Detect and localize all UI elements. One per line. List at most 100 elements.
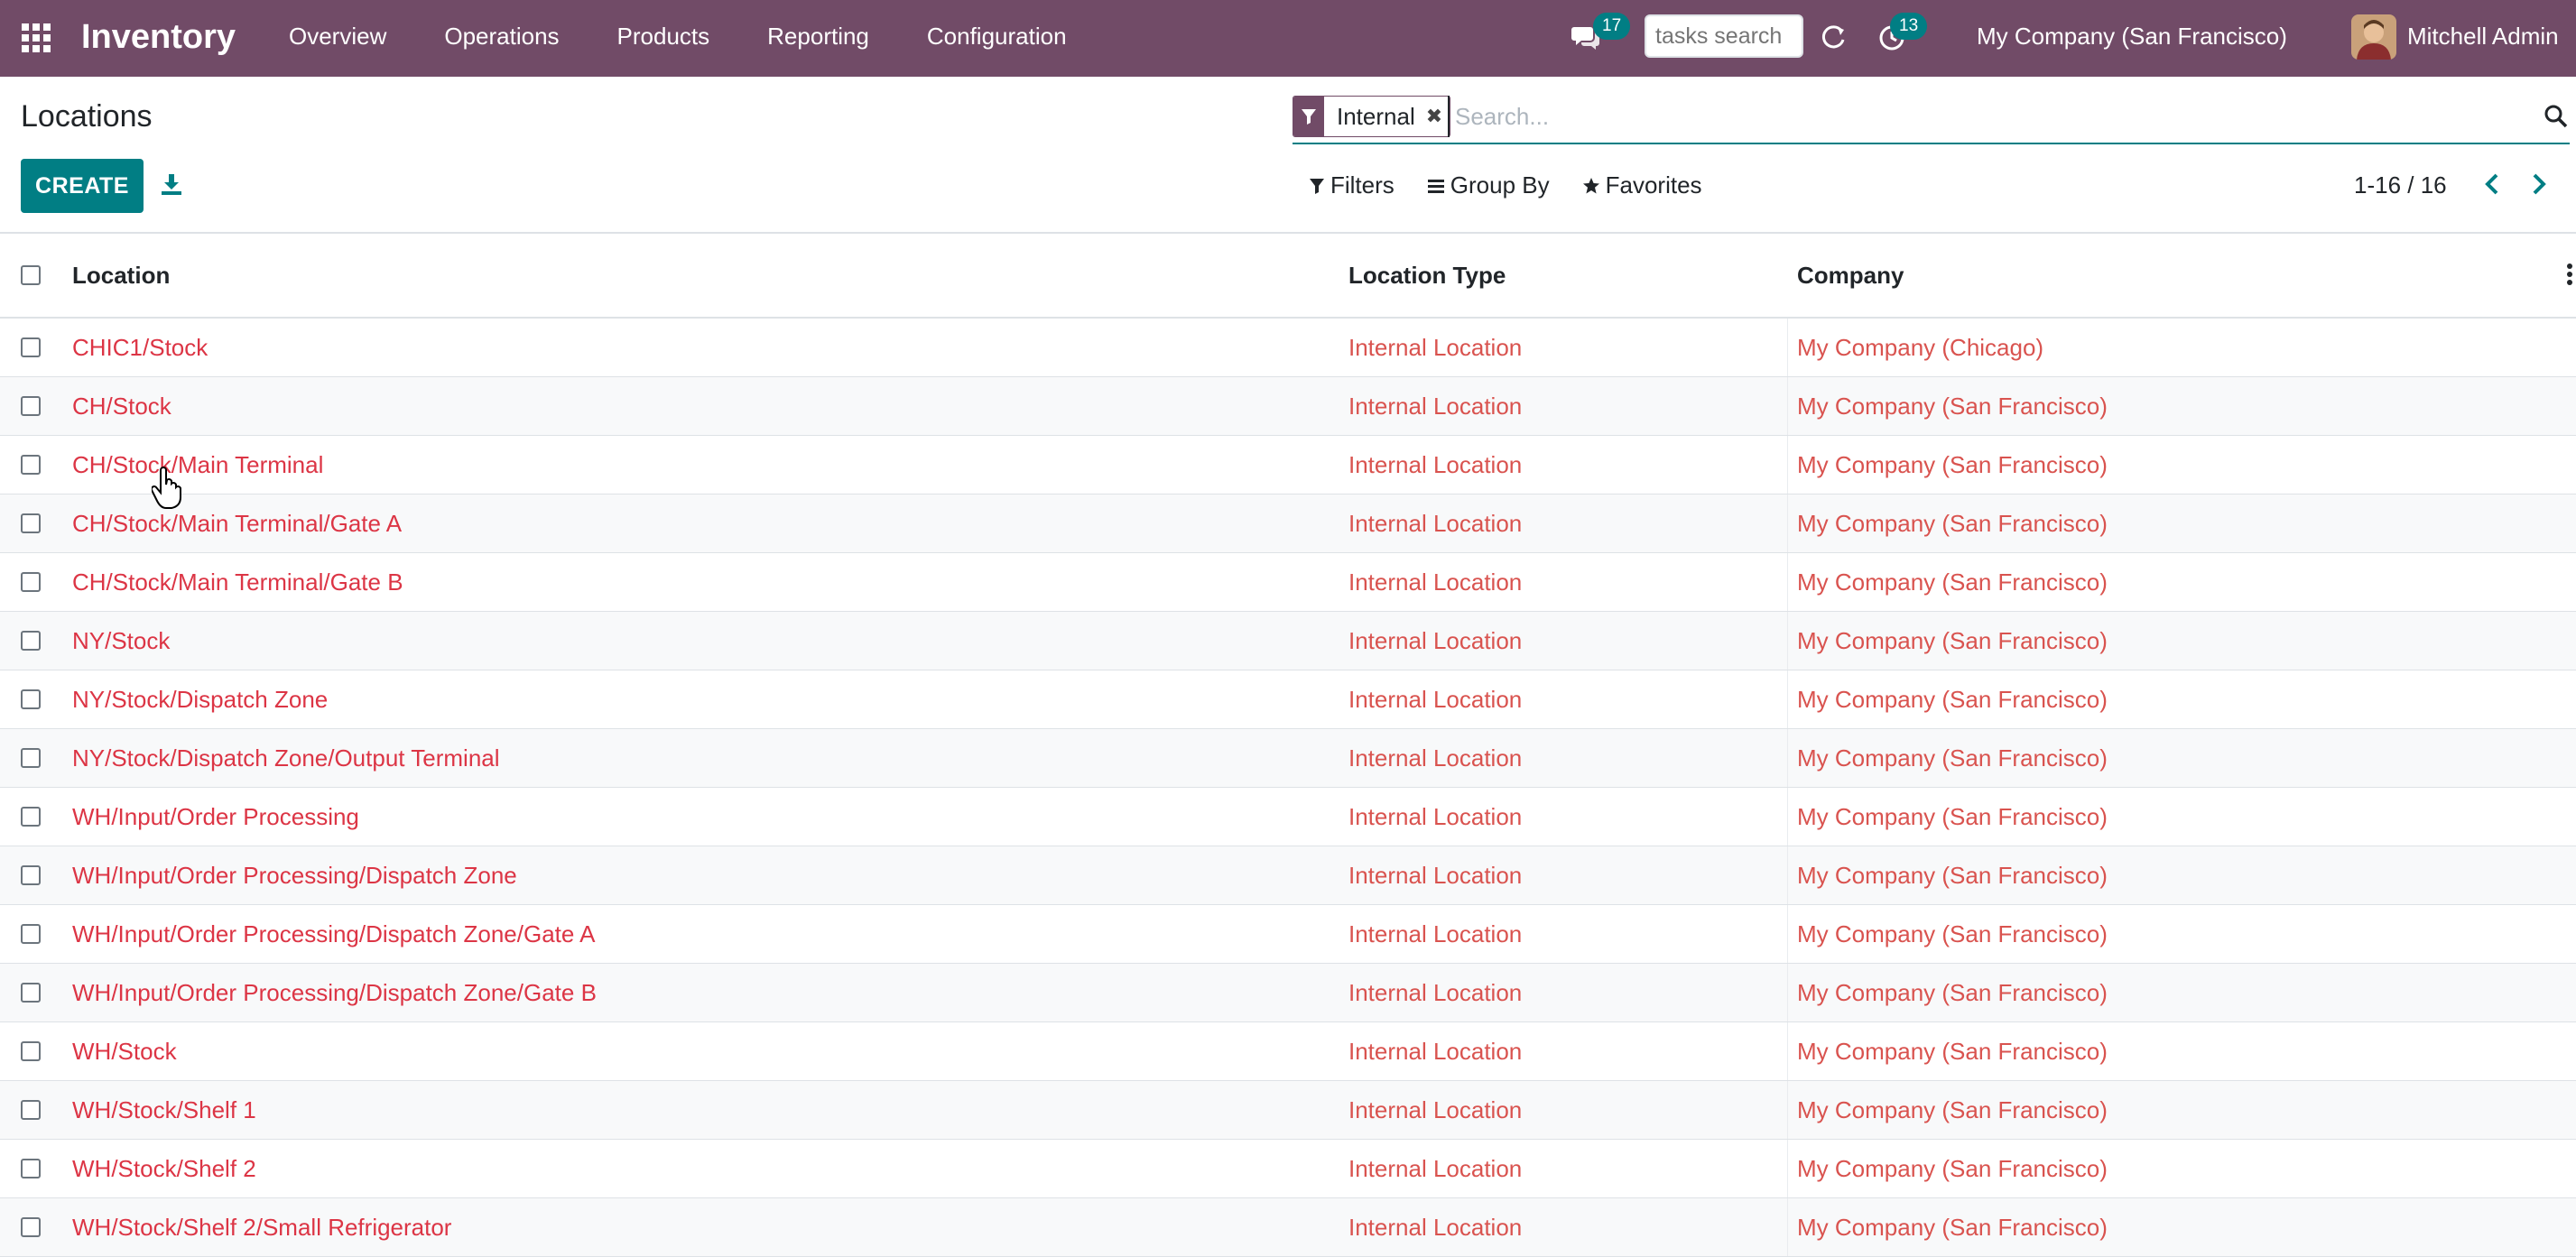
row-checkbox[interactable] [21, 1217, 41, 1237]
column-divider [1787, 964, 1788, 1021]
menu-operations[interactable]: Operations [415, 0, 588, 77]
pager-value[interactable]: 1-16 / 16 [2354, 171, 2447, 199]
row-checkbox[interactable] [21, 983, 41, 1003]
row-checkbox[interactable] [21, 631, 41, 651]
group-by-button[interactable]: Group By [1427, 171, 1550, 199]
company-cell[interactable]: My Company (San Francisco) [1797, 846, 2108, 904]
table-row[interactable]: WH/Stock/Shelf 1 Internal Location My Comp… [0, 1081, 2576, 1140]
row-checkbox[interactable] [21, 1100, 41, 1120]
table-row[interactable]: NY/Stock/Dispatch Zone/Output Terminal In… [0, 729, 2576, 788]
company-switcher[interactable]: My Company (San Francisco) [1977, 0, 2287, 72]
location-name-cell[interactable]: NY/Stock/Dispatch Zone [72, 670, 328, 728]
table-row[interactable]: WH/Input/Order Processing/Dispatch Zone/… [0, 964, 2576, 1022]
location-name-cell[interactable]: WH/Stock/Shelf 2/Small Refrigerator [72, 1198, 451, 1256]
company-cell[interactable]: My Company (San Francisco) [1797, 905, 2108, 963]
location-name-cell[interactable]: CHIC1/Stock [72, 319, 208, 376]
row-checkbox[interactable] [21, 572, 41, 592]
location-name-cell[interactable]: CH/Stock/Main Terminal [72, 436, 323, 494]
facet-remove-icon[interactable]: ✖ [1424, 97, 1450, 136]
company-cell[interactable]: My Company (San Francisco) [1797, 729, 2108, 787]
app-title[interactable]: Inventory [81, 16, 236, 58]
favorites-button[interactable]: Favorites [1582, 171, 1702, 199]
row-checkbox[interactable] [21, 337, 41, 357]
app-menu-grid-icon[interactable] [20, 22, 52, 54]
refresh-icon[interactable] [1818, 22, 1850, 54]
location-name-cell[interactable]: CH/Stock/Main Terminal/Gate A [72, 494, 402, 552]
column-company[interactable]: Company [1797, 234, 1904, 317]
table-row[interactable]: CH/Stock Internal Location My Company (San… [0, 377, 2576, 436]
company-cell[interactable]: My Company (San Francisco) [1797, 377, 2108, 435]
menu-reporting[interactable]: Reporting [738, 0, 898, 77]
row-checkbox[interactable] [21, 1041, 41, 1061]
create-button[interactable]: CREATE [21, 159, 144, 213]
pager-next-icon[interactable] [2524, 170, 2553, 199]
location-name-cell[interactable]: WH/Input/Order Processing/Dispatch Zone [72, 846, 517, 904]
company-cell[interactable]: My Company (San Francisco) [1797, 1140, 2108, 1197]
location-name-cell[interactable]: WH/Input/Order Processing [72, 788, 359, 846]
company-cell[interactable]: My Company (San Francisco) [1797, 1081, 2108, 1139]
table-row[interactable]: WH/Stock/Shelf 2 Internal Location My Comp… [0, 1140, 2576, 1198]
filters-button[interactable]: Filters [1309, 171, 1395, 199]
company-cell[interactable]: My Company (Chicago) [1797, 319, 2043, 376]
company-cell[interactable]: My Company (San Francisco) [1797, 436, 2108, 494]
location-name-cell[interactable]: WH/Input/Order Processing/Dispatch Zone/… [72, 964, 597, 1021]
search-input[interactable] [1448, 96, 2504, 137]
location-type-cell: Internal Location [1348, 862, 1523, 889]
table-row[interactable]: WH/Input/Order Processing/Dispatch Zone/… [0, 905, 2576, 964]
location-type-cell: Internal Location [1348, 686, 1523, 713]
location-name-cell[interactable]: NY/Stock [72, 612, 170, 670]
location-name-cell[interactable]: WH/Stock [72, 1022, 177, 1080]
user-avatar[interactable] [2351, 14, 2396, 60]
table-row[interactable]: NY/Stock Internal Location My Company (San… [0, 612, 2576, 670]
table-row[interactable]: CH/Stock/Main Terminal/Gate B Internal Lo… [0, 553, 2576, 612]
column-location[interactable]: Location [72, 234, 170, 317]
tasks-search-input[interactable] [1645, 14, 1803, 58]
activity-badge: 13 [1890, 13, 1928, 40]
table-row[interactable]: WH/Input/Order Processing/Dispatch Zone I… [0, 846, 2576, 905]
pager-previous-icon[interactable] [2479, 170, 2507, 199]
company-cell[interactable]: My Company (San Francisco) [1797, 553, 2108, 611]
search-icon[interactable] [2543, 103, 2570, 130]
row-checkbox[interactable] [21, 689, 41, 709]
table-row[interactable]: WH/Stock/Shelf 2/Small Refrigerator Inter… [0, 1198, 2576, 1257]
row-checkbox[interactable] [21, 865, 41, 885]
company-cell[interactable]: My Company (San Francisco) [1797, 788, 2108, 846]
export-download-icon[interactable] [159, 171, 184, 197]
company-cell[interactable]: My Company (San Francisco) [1797, 964, 2108, 1021]
menu-products[interactable]: Products [588, 0, 739, 77]
table-row[interactable]: WH/Input/Order Processing Internal Locati… [0, 788, 2576, 846]
facet-label: Internal [1337, 103, 1415, 130]
table-row[interactable]: CH/Stock/Main Terminal Internal Location M… [0, 436, 2576, 494]
row-checkbox[interactable] [21, 455, 41, 475]
row-checkbox[interactable] [21, 396, 41, 416]
company-cell[interactable]: My Company (San Francisco) [1797, 1198, 2108, 1256]
menu-overview[interactable]: Overview [289, 0, 415, 77]
row-checkbox[interactable] [21, 807, 41, 827]
company-cell[interactable]: My Company (San Francisco) [1797, 612, 2108, 670]
location-name-cell[interactable]: WH/Stock/Shelf 1 [72, 1081, 256, 1139]
breadcrumb-title: Locations [21, 99, 153, 134]
table-row[interactable]: NY/Stock/Dispatch Zone Internal Location M… [0, 670, 2576, 729]
location-name-cell[interactable]: WH/Stock/Shelf 2 [72, 1140, 256, 1197]
company-cell[interactable]: My Company (San Francisco) [1797, 494, 2108, 552]
location-name-cell[interactable]: WH/Input/Order Processing/Dispatch Zone/… [72, 905, 595, 963]
search-options: Filters Group By Favorites [1309, 171, 1735, 199]
company-cell[interactable]: My Company (San Francisco) [1797, 1022, 2108, 1080]
company-cell[interactable]: My Company (San Francisco) [1797, 670, 2108, 728]
user-menu[interactable]: Mitchell Admin [2407, 0, 2559, 72]
location-name-cell[interactable]: CH/Stock [72, 377, 171, 435]
location-name-cell[interactable]: NY/Stock/Dispatch Zone/Output Terminal [72, 729, 500, 787]
menu-configuration[interactable]: Configuration [898, 0, 1096, 77]
row-checkbox[interactable] [21, 513, 41, 533]
table-row[interactable]: WH/Stock Internal Location My Company (San… [0, 1022, 2576, 1081]
optional-columns-icon[interactable] [2566, 261, 2573, 288]
select-all-checkbox[interactable] [21, 265, 41, 285]
location-type-cell: Internal Location [1348, 1096, 1523, 1123]
column-location-type[interactable]: Location Type [1348, 234, 1506, 317]
row-checkbox[interactable] [21, 748, 41, 768]
row-checkbox[interactable] [21, 1159, 41, 1178]
location-name-cell[interactable]: CH/Stock/Main Terminal/Gate B [72, 553, 403, 611]
table-row[interactable]: CH/Stock/Main Terminal/Gate A Internal Lo… [0, 494, 2576, 553]
table-row[interactable]: CHIC1/Stock Internal Location My Company (… [0, 319, 2576, 377]
row-checkbox[interactable] [21, 924, 41, 944]
